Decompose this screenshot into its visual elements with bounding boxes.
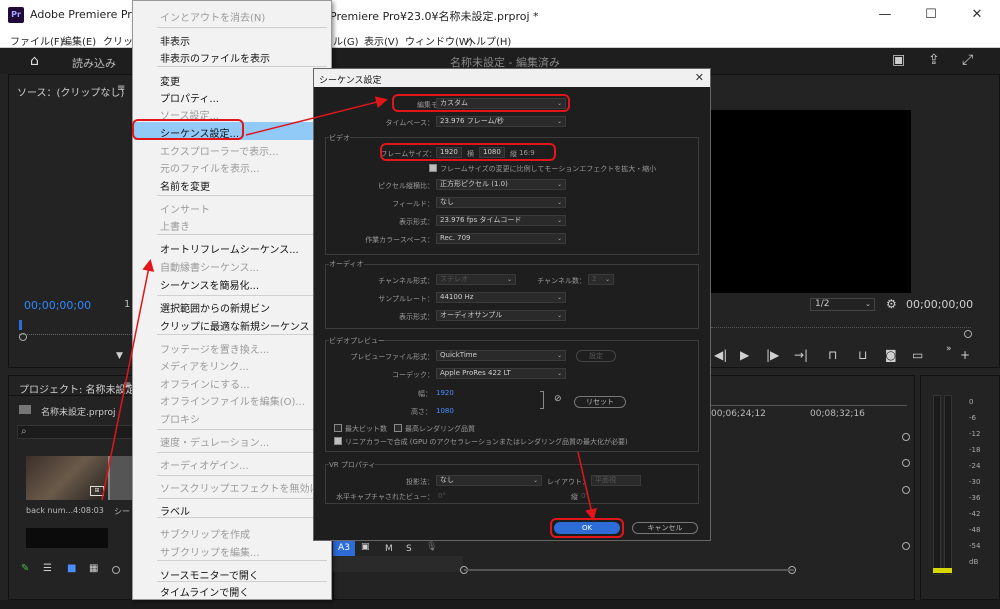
- arrow-to-dialog: [245, 96, 388, 136]
- arrow-to-context-menu: [101, 259, 155, 501]
- arrow-to-ok: [577, 451, 597, 521]
- annotation-arrows: [101, 96, 597, 521]
